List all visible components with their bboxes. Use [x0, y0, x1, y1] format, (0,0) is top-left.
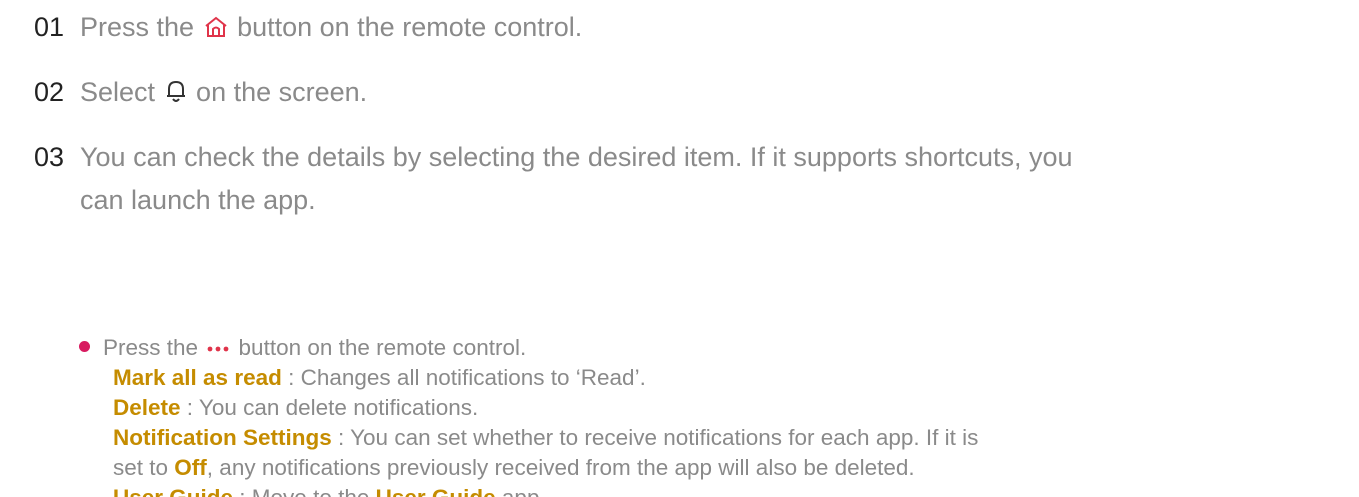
option-term: Delete: [113, 395, 181, 420]
step-text-before: Select: [80, 77, 163, 107]
option-user-guide: User Guide : Move to the User Guide app.: [79, 483, 978, 497]
option-term: Notification Settings: [113, 425, 332, 450]
step-01: 01 Press the button on the remote control…: [34, 6, 582, 51]
option-desc-before: set to: [113, 455, 175, 480]
option-desc: : Changes all notifications to ‘Read’.: [281, 365, 646, 390]
option-keyword-off: Off: [174, 455, 207, 480]
option-desc-after: app.: [496, 485, 546, 497]
step-02: 02 Select on the screen.: [34, 71, 367, 116]
option-delete: Delete : You can delete notifications.: [79, 393, 978, 423]
home-icon: [204, 8, 228, 51]
instruction-page: 01 Press the button on the remote control…: [0, 0, 1359, 497]
option-mark-all-read: Mark all as read : Changes all notificat…: [79, 363, 978, 393]
option-keyword-user-guide: User Guide: [376, 485, 496, 497]
option-term: User Guide: [113, 485, 233, 497]
step-text-after: on the screen.: [188, 77, 368, 107]
more-dots-icon: [207, 330, 229, 360]
step-number: 01: [34, 12, 65, 42]
step-text-line1: You can check the details by selecting t…: [80, 142, 1073, 172]
step-number: 02: [34, 77, 65, 107]
bullet-item: Press the button on the remote control.: [79, 330, 978, 363]
step-text-after: button on the remote control.: [229, 12, 583, 42]
bullet-text-before: Press the: [103, 335, 205, 360]
option-notification-settings: Notification Settings : You can set whet…: [79, 423, 978, 453]
bullet-dot: [79, 341, 90, 352]
bullet-text-after: button on the remote control.: [232, 335, 527, 360]
option-desc-before: : Move to the: [233, 485, 376, 497]
options-list: Press the button on the remote control. …: [79, 330, 978, 497]
step-text-before: Press the: [80, 12, 202, 42]
step-text-line2: can launch the app.: [80, 185, 316, 215]
bell-icon: [165, 73, 187, 116]
option-term: Mark all as read: [113, 365, 282, 390]
option-desc-after: , any notifications previously received …: [206, 455, 915, 480]
option-notification-settings-line2: set to Off, any notifications previously…: [79, 453, 978, 483]
step-number: 03: [34, 142, 65, 172]
option-desc: : You can delete notifications.: [180, 395, 479, 420]
option-desc: : You can set whether to receive notific…: [331, 425, 979, 450]
step-03: 03 You can check the details by selecting…: [34, 136, 1073, 222]
